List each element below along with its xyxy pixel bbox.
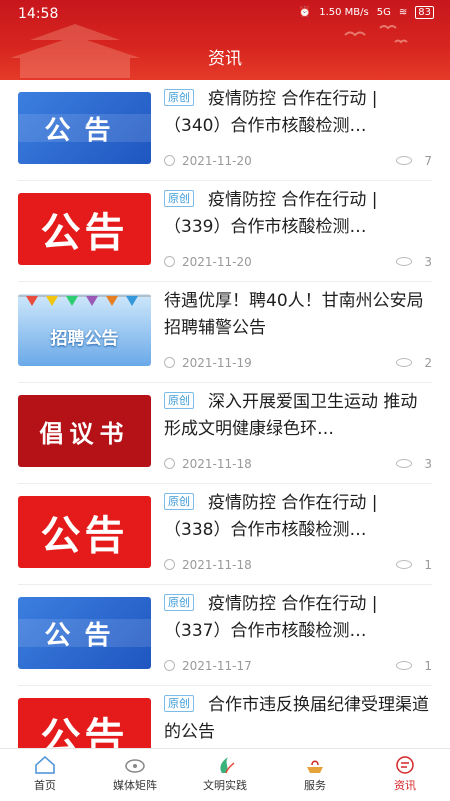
thumbnail-text: 公告 [44,115,125,146]
list-item[interactable]: 招聘公告 待遇优厚！聘40人！甘南州公安局招聘辅警公告 2021-11-19 2 [18,282,432,383]
tab-home[interactable]: 首页 [0,749,90,801]
clock-icon [164,155,175,166]
tab-civilization[interactable]: 文明实践 [180,749,270,801]
article-thumbnail[interactable]: 招聘公告 [18,294,151,366]
article-title-text: 深入开展爱国卫生运动 推动形成文明健康绿色环… [164,392,418,439]
thumbnail-text: 公告 [40,714,129,748]
eye-icon [396,560,412,569]
media-icon [125,759,145,773]
app-header: 14:58 ⏰ 1.50 MB/s 5G ≋ 83 资讯 [0,0,450,80]
list-item[interactable]: 倡议书 原创 深入开展爱国卫生运动 推动形成文明健康绿色环… 2021-11-18… [18,383,432,484]
article-date: 2021-11-20 [182,154,252,168]
tab-service-label: 服务 [304,779,326,792]
article-title-text: 合作市违反换届纪律受理渠道的公告 [164,695,429,742]
service-icon [307,760,323,773]
thumbnail-text: 公告 [44,620,125,651]
article-title[interactable]: 原创 疫情防控 合作在行动 |（337）合作市核酸检测… [164,591,432,645]
wifi-icon: ≋ [398,7,408,18]
article-title-text: 疫情防控 合作在行动 |（340）合作市核酸检测… [164,89,378,136]
thumbnail-text: 倡议书 [39,419,130,448]
tab-news[interactable]: 资讯 [360,749,450,801]
clock-icon [164,660,175,671]
alarm-icon: ⏰ [298,7,312,18]
clock-icon [164,256,175,267]
tab-media-label: 媒体矩阵 [113,779,157,792]
article-title-text: 疫情防控 合作在行动 |（337）合作市核酸检测… [164,594,378,641]
article-title[interactable]: 原创 合作市违反换届纪律受理渠道的公告 [164,692,432,746]
article-date: 2021-11-20 [182,255,252,269]
article-title[interactable]: 原创 疫情防控 合作在行动 |（340）合作市核酸检测… [164,86,432,140]
clock-icon [164,357,175,368]
list-item[interactable]: 公告 原创 疫情防控 合作在行动 |（340）合作市核酸检测… 2021-11-2… [18,80,432,181]
article-thumbnail[interactable]: 倡议书 [18,395,151,467]
article-thumbnail[interactable]: 公告 [18,92,151,164]
status-time: 14:58 [18,6,59,22]
article-title-text: 疫情防控 合作在行动 |（339）合作市核酸检测… [164,190,378,237]
bunting-flags [18,295,151,306]
network-speed: 1.50 MB/s [319,7,369,18]
article-thumbnail[interactable]: 公告 [18,193,151,265]
article-title-text: 疫情防控 合作在行动 |（338）合作市核酸检测… [164,493,378,540]
thumbnail-text: 公告 [40,512,129,559]
article-thumbnail[interactable]: 公告 [18,496,151,568]
article-date: 2021-11-17 [182,659,252,673]
article-title[interactable]: 原创 疫情防控 合作在行动 |（338）合作市核酸检测… [164,490,432,544]
article-title[interactable]: 原创 深入开展爱国卫生运动 推动形成文明健康绿色环… [164,389,432,443]
list-item[interactable]: 公告 原创 疫情防控 合作在行动 |（337）合作市核酸检测… 2021-11-1… [18,585,432,686]
clock-icon [164,458,175,469]
article-thumbnail[interactable]: 公告 [18,698,151,748]
eye-icon [396,661,412,670]
article-title-text: 待遇优厚！聘40人！甘南州公安局招聘辅警公告 [164,291,424,338]
clock-icon [164,559,175,570]
view-count: 3 [424,255,432,269]
tab-media[interactable]: 媒体矩阵 [90,749,180,801]
view-count: 1 [424,659,432,673]
original-tag: 原创 [164,594,194,611]
original-tag: 原创 [164,392,194,409]
list-item[interactable]: 公告 原创 合作市违反换届纪律受理渠道的公告 [18,686,432,748]
article-date: 2021-11-19 [182,356,252,370]
original-tag: 原创 [164,89,194,106]
home-icon [35,755,55,774]
article-date: 2021-11-18 [182,558,252,572]
view-count: 2 [424,356,432,370]
tab-civilization-label: 文明实践 [203,779,247,792]
battery-level: 83 [415,6,434,19]
status-bar: 14:58 ⏰ 1.50 MB/s 5G ≋ 83 [0,0,450,28]
view-count: 3 [424,457,432,471]
eye-icon [396,358,412,367]
original-tag: 原创 [164,695,194,712]
tab-home-label: 首页 [34,779,56,792]
view-count: 1 [424,558,432,572]
civilization-icon [220,757,235,774]
network-type: 5G [376,7,391,18]
article-title[interactable]: 待遇优厚！聘40人！甘南州公安局招聘辅警公告 [164,288,432,342]
original-tag: 原创 [164,493,194,510]
eye-icon [396,257,412,266]
list-item[interactable]: 公告 原创 疫情防控 合作在行动 |（338）合作市核酸检测… 2021-11-1… [18,484,432,585]
article-thumbnail[interactable]: 公告 [18,597,151,669]
bottom-tab-bar: 首页 媒体矩阵 文明实践 服务 资讯 [0,748,450,801]
article-title[interactable]: 原创 疫情防控 合作在行动 |（339）合作市核酸检测… [164,187,432,241]
original-tag: 原创 [164,190,194,207]
thumbnail-text: 公告 [40,209,129,256]
tab-service[interactable]: 服务 [270,749,360,801]
news-icon [396,756,414,774]
list-item[interactable]: 公告 原创 疫情防控 合作在行动 |（339）合作市核酸检测… 2021-11-2… [18,181,432,282]
thumbnail-text: 招聘公告 [50,328,119,349]
eye-icon [396,459,412,468]
tab-news-label: 资讯 [394,779,416,792]
eye-icon [396,156,412,165]
view-count: 7 [424,154,432,168]
page-title: 资讯 [208,49,242,69]
article-list[interactable]: 公告 原创 疫情防控 合作在行动 |（340）合作市核酸检测… 2021-11-2… [0,80,450,748]
article-date: 2021-11-18 [182,457,252,471]
